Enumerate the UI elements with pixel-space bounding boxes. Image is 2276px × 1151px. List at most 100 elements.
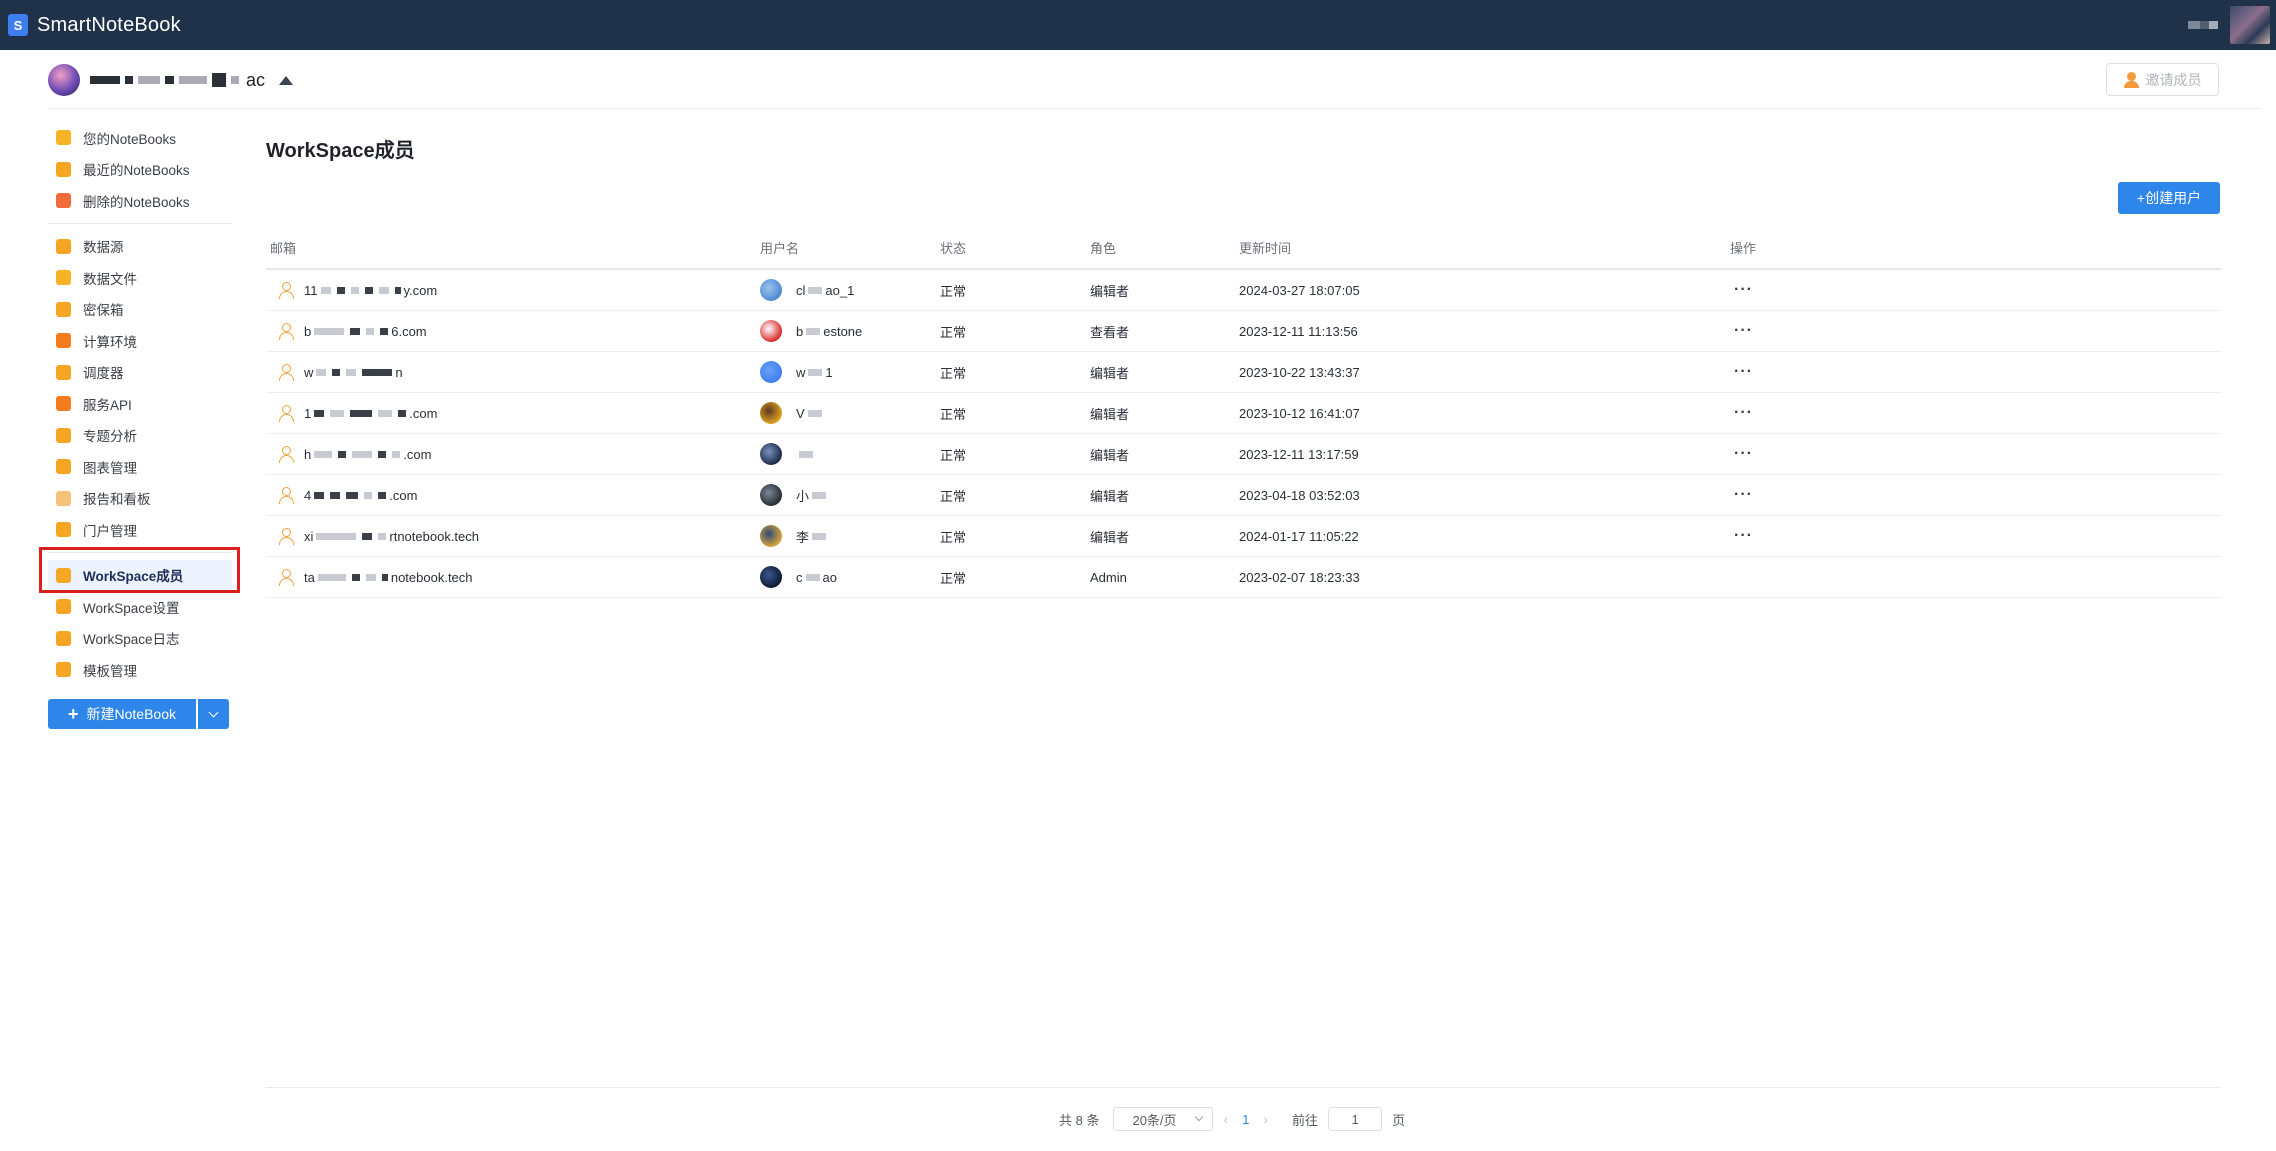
- create-user-button[interactable]: +创建用户: [2118, 182, 2220, 214]
- sidebar-item-chart[interactable]: 图表管理: [48, 451, 232, 483]
- sidebar-item-template[interactable]: 模板管理: [48, 654, 232, 686]
- user-icon: [278, 281, 294, 299]
- sidebar-item-label: 图表管理: [83, 460, 137, 476]
- sidebar-item-label: 数据源: [83, 240, 124, 256]
- sidebar: 您的NoteBooks 最近的NoteBooks 删除的NoteBooks 数据源数据…: [48, 122, 232, 686]
- more-actions-icon[interactable]: ···: [1734, 527, 1753, 544]
- redacted-block: [231, 76, 239, 84]
- app-logo-icon[interactable]: S: [8, 14, 28, 36]
- username-end: estone: [823, 323, 863, 339]
- redacted-block: [378, 450, 387, 458]
- redacted-block: [378, 409, 393, 417]
- scheduler-icon: [56, 364, 71, 380]
- sidebar-item-database[interactable]: 数据源: [48, 231, 232, 263]
- invite-member-label: 邀请成员: [2145, 71, 2202, 88]
- email-end: .com: [409, 405, 438, 421]
- user-avatar: [760, 443, 782, 465]
- report-icon: [56, 490, 71, 506]
- table-row[interactable]: ta notebook.tech c ao 正常 Admin 2023-02-07 18:2…: [266, 557, 2221, 598]
- top-user-name[interactable]: [2188, 21, 2218, 29]
- redacted-block: [346, 368, 357, 376]
- actions-cell: ···: [1730, 486, 1850, 504]
- redacted-block: [212, 73, 226, 87]
- table-row[interactable]: b 6.com b estone 正常 查看者 2023-12-11 11:13:56 ···: [266, 311, 2221, 352]
- sidebar-item-members[interactable]: WorkSpace成员: [48, 559, 232, 591]
- page-unit-label: 页: [1392, 1112, 1406, 1128]
- next-page-button[interactable]: ›: [1263, 1111, 1268, 1127]
- sidebar-item-notebook[interactable]: 您的NoteBooks: [48, 122, 232, 154]
- plus-icon: +: [68, 704, 79, 724]
- column-header-status[interactable]: 状态: [940, 238, 1090, 257]
- email-start: xi: [304, 528, 314, 544]
- more-actions-icon[interactable]: ···: [1734, 486, 1753, 503]
- sidebar-item-clock[interactable]: 最近的NoteBooks: [48, 154, 232, 186]
- sidebar-item-scheduler[interactable]: 调度器: [48, 357, 232, 389]
- username-cell: V: [760, 402, 940, 424]
- dropbox-icon: [56, 333, 71, 349]
- new-notebook-button[interactable]: + 新建NoteBook: [48, 699, 196, 729]
- email-start: 11: [304, 282, 318, 298]
- sidebar-item-label: 最近的NoteBooks: [83, 163, 190, 179]
- more-actions-icon[interactable]: ···: [1734, 322, 1753, 339]
- username-cell: [760, 443, 940, 465]
- sidebar-item-monitor[interactable]: 门户管理: [48, 514, 232, 546]
- page-number-current[interactable]: 1: [1242, 1112, 1249, 1127]
- table-header: 邮箱 用户名 状态 角色 更新时间 操作: [266, 226, 2221, 270]
- actions-cell: ···: [1730, 363, 1850, 381]
- column-header-email[interactable]: 邮箱: [266, 238, 760, 257]
- table-row[interactable]: 4 .com 小 正常 编辑者 2023-04-18 03:52:03 ···: [266, 475, 2221, 516]
- redacted-block: [799, 450, 813, 458]
- table-row[interactable]: 1 .com V 正常 编辑者 2023-10-12 16:41:07 ···: [266, 393, 2221, 434]
- actions-cell: ···: [1730, 527, 1850, 545]
- sidebar-item-settings[interactable]: WorkSpace设置: [48, 591, 232, 623]
- user-icon: [278, 568, 294, 586]
- sidebar-item-function[interactable]: 服务API: [48, 388, 232, 420]
- email-end: n: [395, 364, 403, 380]
- workspace-switcher[interactable]: ac: [48, 64, 294, 96]
- more-actions-icon[interactable]: ···: [1734, 404, 1753, 421]
- sidebar-item-trash[interactable]: 删除的NoteBooks: [48, 185, 232, 217]
- email-start: w: [304, 364, 314, 380]
- sidebar-item-dropbox[interactable]: 计算环境: [48, 325, 232, 357]
- table-row[interactable]: 11 y.com cl ao_1 正常 编辑者 2024-03-27 18:07:05 ···: [266, 270, 2221, 311]
- column-header-updated[interactable]: 更新时间: [1239, 238, 1730, 257]
- status-cell: 正常: [940, 324, 967, 340]
- table-row[interactable]: h .com 正常 编辑者 2023-12-11 13:17:59 ···: [266, 434, 2221, 475]
- caret-up-icon[interactable]: [279, 75, 294, 85]
- sidebar-item-report[interactable]: 报告和看板: [48, 483, 232, 515]
- redacted-block: [807, 409, 822, 417]
- table-row[interactable]: w n w 1 正常 编辑者 2023-10-22 13:43:37 ···: [266, 352, 2221, 393]
- sidebar-item-shield[interactable]: 密保箱: [48, 294, 232, 326]
- redacted-block: [378, 532, 387, 540]
- goto-page-input[interactable]: 1: [1328, 1107, 1383, 1131]
- more-actions-icon[interactable]: ···: [1734, 445, 1753, 462]
- new-notebook-dropdown-button[interactable]: [198, 699, 229, 729]
- user-avatar[interactable]: [2230, 6, 2270, 44]
- database-icon: [56, 238, 71, 254]
- prev-page-button[interactable]: ‹: [1223, 1111, 1228, 1127]
- log-icon: [56, 630, 71, 646]
- redacted-block: [314, 409, 325, 417]
- redacted-block: [812, 532, 827, 540]
- column-header-username[interactable]: 用户名: [760, 238, 940, 257]
- username-start: w: [796, 364, 806, 380]
- redacted-block: [362, 368, 393, 376]
- table-row[interactable]: xi rtnotebook.tech 李 正常 编辑者 2024-01-17 11:05:…: [266, 516, 2221, 557]
- app-title[interactable]: SmartNoteBook: [37, 14, 181, 37]
- sidebar-item-label: 调度器: [83, 366, 124, 382]
- more-actions-icon[interactable]: ···: [1734, 363, 1753, 380]
- page-size-select[interactable]: 20条/页: [1113, 1107, 1214, 1131]
- clock-icon: [56, 161, 71, 177]
- sidebar-item-log[interactable]: WorkSpace日志: [48, 623, 232, 655]
- user-icon: [278, 404, 294, 422]
- column-header-role[interactable]: 角色: [1090, 238, 1239, 257]
- sidebar-item-label: 计算环境: [83, 334, 137, 350]
- email-start: 4: [304, 487, 312, 503]
- user-avatar: [760, 402, 782, 424]
- more-actions-icon[interactable]: ···: [1734, 281, 1753, 298]
- username-start: cl: [796, 282, 806, 298]
- invite-member-button[interactable]: 邀请成员: [2106, 63, 2219, 96]
- sidebar-item-analysis[interactable]: 专题分析: [48, 420, 232, 452]
- sidebar-item-folder[interactable]: 数据文件: [48, 262, 232, 294]
- table-footer-divider: [266, 1087, 2221, 1088]
